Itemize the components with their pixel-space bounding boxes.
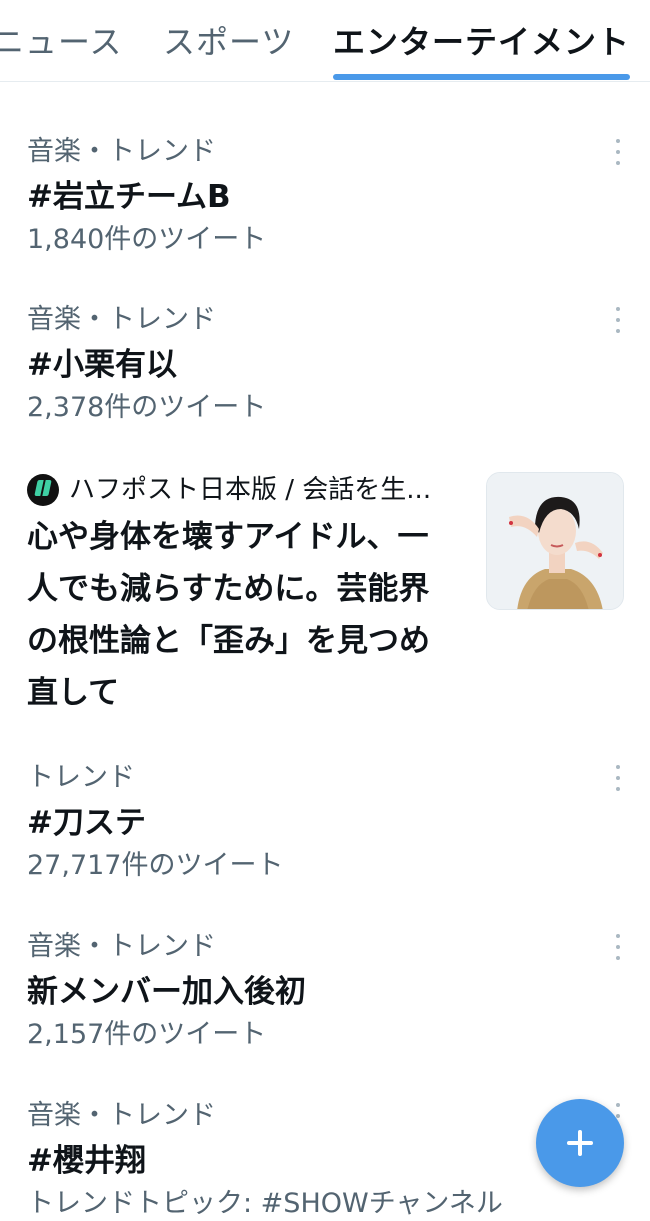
trend-tweet-count: 2,157件のツイート [27,1019,267,1050]
news-source: ハフポスト日本版 / 会話を生... [27,472,467,508]
trend-title: 新メンバー加入後初 [27,974,306,1010]
active-tab-indicator [333,74,630,80]
trend-item[interactable]: 音楽・トレンド 新メンバー加入後初 2,157件のツイート [0,930,650,1055]
news-headline: 心や身体を壊すアイドル、一人でも減らすために。芸能界の根性論と「歪み」を見つめ直… [27,519,430,711]
trend-category: トレンド [27,762,135,793]
explore-tab-bar: ニュース スポーツ エンターテイメント [0,0,650,82]
trend-item[interactable]: トレンド #刀ステ 27,717件のツイート [0,761,650,886]
more-vertical-icon[interactable] [608,139,628,165]
trend-item[interactable]: 音楽・トレンド #小栗有以 2,378件のツイート [0,303,650,428]
trend-tweet-count: 27,717件のツイート [27,850,284,881]
trend-item[interactable]: 音楽・トレンド #岩立チームB 1,840件のツイート [0,135,650,260]
more-vertical-icon[interactable] [608,765,628,791]
trend-category: 音楽・トレンド [27,931,216,962]
trend-category: 音楽・トレンド [27,304,216,335]
trend-title: #岩立チームB [27,179,231,215]
tab-sports[interactable]: スポーツ [163,22,294,62]
news-story-card[interactable]: ハフポスト日本版 / 会話を生... 心や身体を壊すアイドル、一人でも減らすため… [0,466,650,726]
trend-topic: トレンドトピック: #SHOWチャンネル [27,1188,503,1219]
news-source-name: ハフポスト日本版 / 会話を生... [69,475,432,505]
plus-icon [578,1130,582,1156]
trend-tweet-count: 2,378件のツイート [27,392,267,423]
more-vertical-icon[interactable] [608,307,628,333]
tab-news[interactable]: ニュース [0,22,122,62]
huffpost-logo-icon [27,474,59,506]
trend-tweet-count: 1,840件のツイート [27,224,267,255]
trend-category: 音楽・トレンド [27,136,216,167]
news-thumbnail [486,472,624,610]
trend-title: #小栗有以 [27,347,177,383]
trend-title: #刀ステ [27,805,146,841]
tab-entertainment[interactable]: エンターテイメント [333,22,630,62]
compose-tweet-button[interactable] [536,1099,624,1187]
trend-title: #櫻井翔 [27,1143,146,1179]
trend-category: 音楽・トレンド [27,1100,216,1131]
more-vertical-icon[interactable] [608,934,628,960]
